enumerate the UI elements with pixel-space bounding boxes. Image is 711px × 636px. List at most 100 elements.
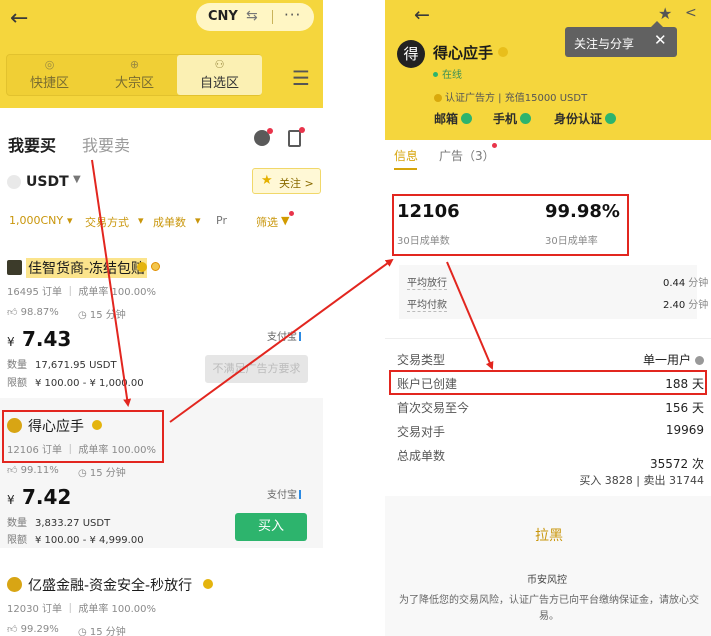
merchant-avatar: 得 — [397, 40, 425, 68]
currency-switcher[interactable]: CNY ⇆ ··· — [196, 3, 314, 31]
online-status: 在线 — [433, 66, 462, 81]
minute-unit: 分钟 — [688, 300, 709, 311]
tab-quick[interactable]: ◎ 快捷区 — [7, 55, 92, 95]
coin-name[interactable]: USDT — [26, 174, 69, 190]
filter-pr[interactable]: Pr — [216, 214, 227, 227]
follow-label: 关注 > — [279, 177, 314, 190]
screenshot-root: ← CNY ⇆ ··· ◎ 快捷区 ⊕ 大宗区 ⚇ 自选区 ☰ 我要买 我要卖 … — [0, 0, 711, 636]
tab-ads[interactable]: 广告（3） — [439, 147, 495, 164]
pay-method-label: 支付宝 — [267, 490, 297, 501]
merchant-profile-panel: ← ★ < 关注与分享 ✕ 得 得心应手 在线 认证广告方 | 充值15000 … — [385, 0, 711, 636]
menu-icon[interactable]: ☰ — [292, 66, 310, 90]
close-icon[interactable]: ✕ — [654, 31, 667, 49]
trade-type-label: 交易类型 — [397, 353, 446, 367]
tab-quick-label: 快捷区 — [29, 76, 69, 91]
back-arrow-icon[interactable]: ← — [414, 4, 430, 26]
price: 7.42 — [22, 485, 72, 509]
requirement-unmet-button[interactable]: 不满足广告方要求 — [205, 355, 308, 383]
pay-method: 支付宝 — [267, 328, 301, 343]
release-time: 15 分钟 — [89, 468, 126, 479]
profile-tabs: 信息 广告（3） — [385, 140, 711, 176]
minute-unit: 分钟 — [688, 278, 709, 289]
tab-sell[interactable]: 我要卖 — [82, 132, 130, 156]
check-icon — [461, 113, 473, 124]
pay-method-label: 支付宝 — [267, 332, 297, 343]
quantity: 数量 17,671.95 USDT — [7, 356, 117, 371]
merchant-name[interactable]: 佳智货商-冻结包赔 — [26, 258, 148, 278]
funnel-icon[interactable]: ▼ — [281, 211, 296, 227]
certified-icon — [434, 94, 442, 102]
shield-badge-icon — [151, 262, 160, 271]
verify-email-label: 邮箱 — [434, 112, 459, 126]
feedback-rate: 99.29% — [20, 624, 59, 635]
verified-badge-icon — [498, 47, 508, 57]
tab-bulk[interactable]: ⊕ 大宗区 — [92, 55, 177, 95]
tab-info[interactable]: 信息 — [394, 147, 418, 164]
filter-bar: 1,000CNY ▾ 交易方式 ▾ 成单数 ▾ Pr 筛选 ▼ — [0, 211, 323, 231]
timer-icon: ◷ — [78, 468, 90, 479]
pay-method: 支付宝 — [267, 486, 301, 501]
tab-bulk-label: 大宗区 — [114, 76, 154, 91]
merchant-stats: 16495 订单 ｜ 成单率 100.00% — [7, 287, 157, 298]
limit-value: ¥ 100.00 - ¥ 4,999.00 — [35, 535, 144, 546]
info-icon[interactable] — [695, 356, 704, 365]
total-orders-label: 总成单数 — [397, 449, 446, 463]
tooltip-text: 关注与分享 — [574, 37, 635, 51]
timer-icon: ◷ — [78, 627, 90, 636]
buy-button[interactable]: 买入 — [235, 513, 307, 541]
currency-label: CNY — [208, 9, 238, 24]
merchant-feedback: 👍︎ 99.29% — [7, 623, 59, 635]
swap-icon[interactable]: ⇆ — [246, 8, 258, 24]
limit: 限额 ¥ 100.00 - ¥ 1,000.00 — [7, 374, 144, 389]
filter-amount-caret-icon[interactable]: ▾ — [67, 214, 73, 227]
quantity: 数量 3,833.27 USDT — [7, 514, 110, 529]
scan-icon: ◎ — [44, 58, 55, 71]
verified-badge-icon — [203, 579, 213, 589]
limit: 限额 ¥ 100.00 - ¥ 4,999.00 — [7, 531, 144, 546]
caret-down-icon[interactable]: ▼ — [73, 174, 81, 185]
average-time-box: 平均放行 0.44 分钟 平均付款 2.40 分钟 — [399, 265, 708, 319]
back-arrow-icon[interactable]: ← — [10, 6, 28, 31]
tab-buy[interactable]: 我要买 — [8, 132, 56, 156]
filter-pay-method[interactable]: 交易方式 — [85, 214, 129, 230]
merchant-name: 得心应手 — [433, 44, 494, 62]
filter-pay-caret-icon[interactable]: ▾ — [138, 214, 144, 227]
filter-screen[interactable]: 筛选 — [256, 214, 278, 230]
share-icon[interactable]: < — [685, 5, 697, 21]
annotation-highlight — [2, 410, 164, 463]
first-trade-value: 156 天 — [665, 401, 704, 415]
market-header: ← CNY ⇆ ··· ◎ 快捷区 ⊕ 大宗区 ⚇ 自选区 ☰ — [0, 0, 323, 108]
filter-amount[interactable]: 1,000CNY — [9, 214, 63, 227]
filter-orders-caret-icon[interactable]: ▾ — [195, 214, 201, 227]
p2p-market-panel: ← CNY ⇆ ··· ◎ 快捷区 ⊕ 大宗区 ⚇ 自选区 ☰ 我要买 我要卖 … — [0, 0, 323, 636]
orders-icon[interactable] — [288, 127, 305, 147]
follow-button[interactable]: ★ 关注 > — [252, 168, 321, 194]
tab-custom[interactable]: ⚇ 自选区 — [177, 55, 262, 95]
more-icon[interactable]: ··· — [284, 6, 301, 24]
merchant-feedback: 👍︎ 99.11% — [7, 464, 59, 476]
divider — [385, 338, 711, 339]
release-time: 15 分钟 — [89, 627, 126, 636]
certification-text: 认证广告方 | 充值15000 USDT — [445, 93, 588, 104]
merchant-stats: 12030 订单 ｜ 成单率 100.00% — [7, 604, 157, 615]
merchant-name[interactable]: 亿盛金融-资金安全-秒放行 — [28, 575, 192, 595]
verify-email: 邮箱 — [434, 110, 473, 127]
buy-sell-tabs: 我要买 我要卖 — [0, 108, 323, 172]
feedback-rate: 99.11% — [20, 465, 59, 476]
active-tab-underline — [394, 168, 417, 170]
counterparties-value: 19969 — [665, 423, 704, 437]
avg-release-value: 0.44 — [663, 278, 686, 289]
total-orders-value: 35572 次 — [650, 457, 704, 471]
custom-icon: ⚇ — [214, 58, 225, 71]
filter-orders[interactable]: 成单数 — [153, 214, 186, 230]
price-currency: ¥ — [7, 493, 15, 507]
block-button[interactable]: 拉黑 — [535, 525, 563, 545]
follow-share-tooltip: 关注与分享 ✕ — [565, 21, 677, 57]
trade-type-value: 单一用户 — [642, 353, 691, 367]
check-icon — [605, 113, 617, 124]
merchant-feedback: 👍︎ 98.87% — [7, 306, 59, 318]
user-center-icon[interactable] — [254, 128, 273, 146]
quantity-label: 数量 — [7, 518, 27, 529]
bulk-icon: ⊕ — [129, 58, 140, 71]
thumbs-up-icon: 👍︎ — [7, 465, 21, 476]
